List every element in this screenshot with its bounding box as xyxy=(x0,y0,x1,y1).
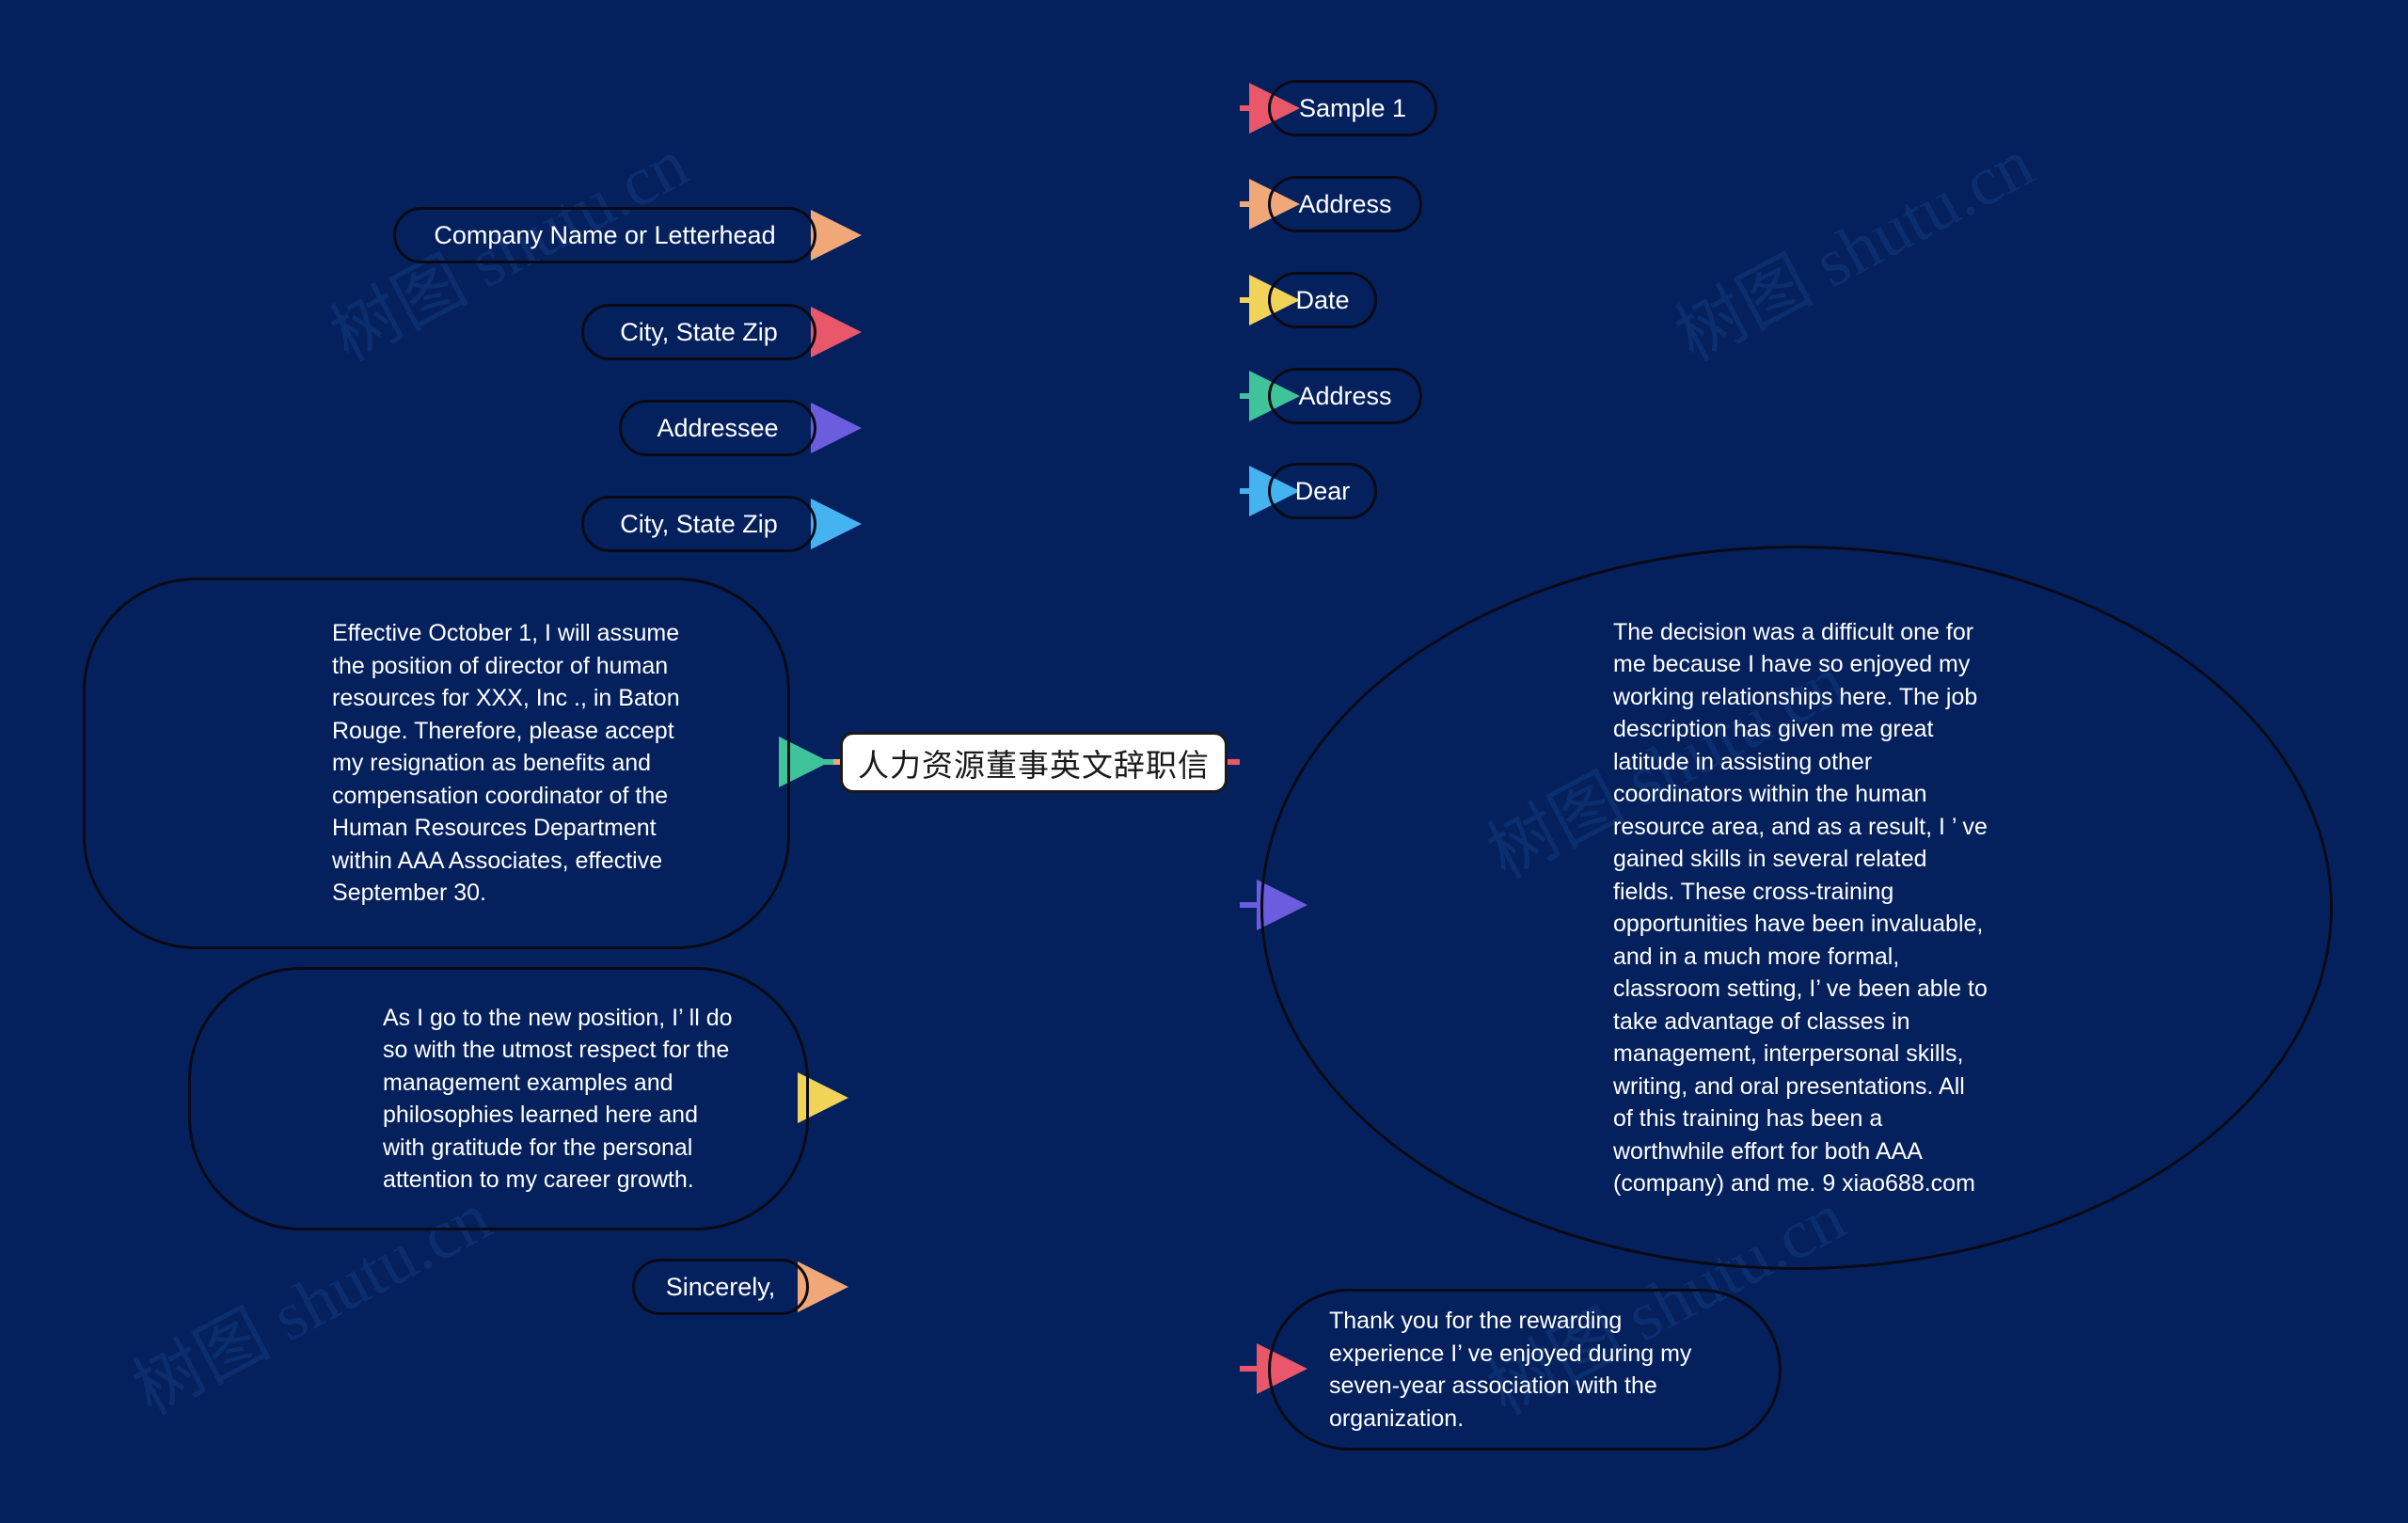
node-label: Dear xyxy=(1294,476,1351,505)
node-label: Effective October 1, I will assume the p… xyxy=(332,620,680,907)
node-label: Address xyxy=(1298,381,1392,410)
mindmap-canvas: 树图 shutu.cn 树图 shutu.cn 树图 shutu.cn 树图 s… xyxy=(0,0,2408,1523)
root-node[interactable]: 人力资源董事英文辞职信 xyxy=(840,732,1228,793)
left-node-city-state-zip-1[interactable]: City, State Zip xyxy=(581,304,816,360)
right-node-dear[interactable]: Dear xyxy=(1268,463,1377,519)
right-node-address-1[interactable]: Address xyxy=(1268,176,1422,232)
right-node-date[interactable]: Date xyxy=(1268,272,1377,328)
node-label: As I go to the new position, I’ ll do so… xyxy=(383,1004,733,1194)
right-node-sample-1[interactable]: Sample 1 xyxy=(1268,80,1437,136)
left-node-effective-october[interactable]: Effective October 1, I will assume the p… xyxy=(83,578,790,949)
watermark: 树图 shutu.cn xyxy=(1664,124,2046,377)
node-label: Sincerely, xyxy=(665,1272,776,1301)
node-label: City, State Zip xyxy=(620,509,778,538)
right-node-thank-you[interactable]: Thank you for the rewarding experience I… xyxy=(1268,1289,1782,1451)
left-node-addressee[interactable]: Addressee xyxy=(619,400,816,456)
node-label: City, State Zip xyxy=(620,317,778,346)
node-label: Thank you for the rewarding experience I… xyxy=(1329,1308,1692,1432)
root-node-label: 人力资源董事英文辞职信 xyxy=(858,747,1210,783)
left-node-as-i-go[interactable]: As I go to the new position, I’ ll do so… xyxy=(188,967,809,1230)
left-node-sincerely[interactable]: Sincerely, xyxy=(632,1259,809,1315)
node-label: Company Name or Letterhead xyxy=(434,220,776,249)
left-node-city-state-zip-2[interactable]: City, State Zip xyxy=(581,496,816,552)
node-label: The decision was a difficult one for me … xyxy=(1613,618,1988,1198)
node-label: Date xyxy=(1295,285,1350,314)
left-node-company-name[interactable]: Company Name or Letterhead xyxy=(393,207,816,263)
right-node-address-2[interactable]: Address xyxy=(1268,368,1422,424)
right-node-decision-was-difficult[interactable]: The decision was a difficult one for me … xyxy=(1260,546,2333,1270)
node-label: Sample 1 xyxy=(1298,93,1407,122)
node-label: Addressee xyxy=(657,413,779,442)
node-label: Address xyxy=(1298,189,1392,218)
